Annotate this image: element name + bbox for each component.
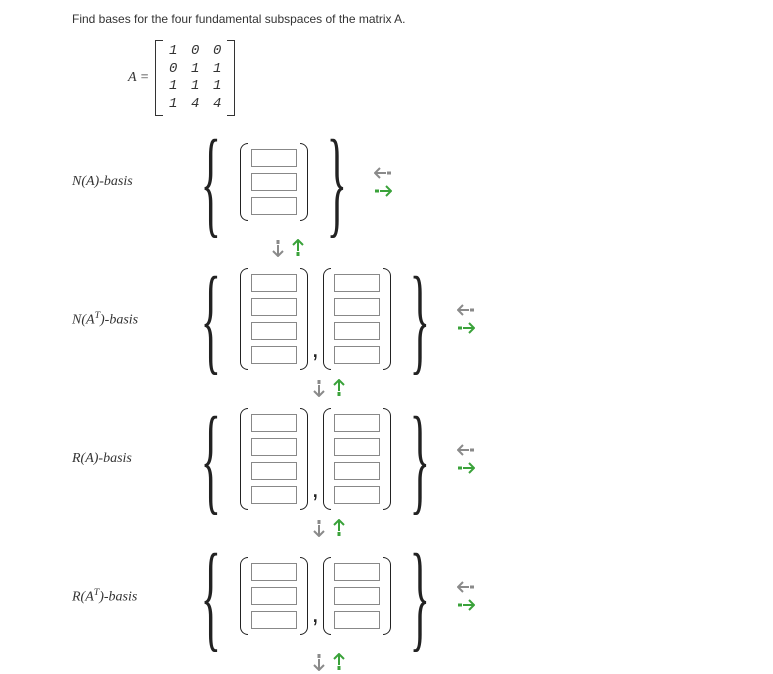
vector-entry-input[interactable] [334,462,380,480]
brace-left: { [201,271,221,367]
vector-entry-input[interactable] [251,462,297,480]
subspace-row: N(A)-basis{} [72,124,773,230]
subspace-row: N(AT)-basis{,} [72,258,773,370]
matrix-A: 100011111144 [155,40,235,116]
brace-right: } [410,411,430,507]
brace-left: { [201,134,221,230]
question-text: Find bases for the four fundamental subs… [72,12,773,26]
brace-left: { [201,548,221,644]
remove-vector-button[interactable] [373,166,393,180]
vector-entry-input[interactable] [251,322,297,340]
matrix-definition: A = 100011111144 [72,36,773,124]
vector-separator: , [310,333,321,370]
matrix-name: A = [128,70,149,86]
brace-right: } [410,548,430,644]
vector-entry-input[interactable] [334,587,380,605]
remove-row-button[interactable] [312,518,326,538]
matrix-cell: 1 [167,96,179,114]
matrix-cell: 0 [211,43,223,61]
remove-row-button[interactable] [312,378,326,398]
vector-separator: , [310,473,321,510]
vector-entry-input[interactable] [334,486,380,504]
add-row-button[interactable] [332,652,346,672]
basis-vector [323,268,391,370]
vector-entry-input[interactable] [334,563,380,581]
matrix-row: 144 [167,96,223,114]
vector-entry-input[interactable] [251,563,297,581]
vector-entry-input[interactable] [334,298,380,316]
vector-entry-input[interactable] [251,149,297,167]
matrix-cell: 0 [189,43,201,61]
matrix-row: 111 [167,78,223,96]
matrix-row: 100 [167,43,223,61]
vector-entry-input[interactable] [334,414,380,432]
remove-vector-button[interactable] [456,580,476,594]
matrix-cell: 1 [211,78,223,96]
vector-entry-input[interactable] [334,438,380,456]
vector-entry-input[interactable] [251,274,297,292]
subspace-row: R(AT)-basis{,} [72,538,773,644]
remove-row-button[interactable] [312,652,326,672]
basis-vector [240,268,308,370]
subspace-label: N(AT)-basis [72,310,182,329]
vector-entry-input[interactable] [251,197,297,215]
vector-entry-input[interactable] [334,346,380,364]
brace-left: { [201,411,221,507]
basis-set: {,} [182,408,476,510]
basis-vector [240,408,308,510]
brace-right: } [410,271,430,367]
vector-entry-input[interactable] [334,274,380,292]
subspace-label: R(AT)-basis [72,587,182,606]
vector-entry-input[interactable] [334,322,380,340]
add-vector-button[interactable] [456,321,476,335]
basis-set: {,} [182,268,476,370]
matrix-cell: 1 [211,61,223,79]
subspace-label: R(A)-basis [72,451,182,467]
matrix-cell: 4 [211,96,223,114]
matrix-cell: 1 [167,78,179,96]
vector-entry-input[interactable] [251,346,297,364]
vector-entry-input[interactable] [251,298,297,316]
brace-right: } [326,134,346,230]
basis-vector [240,143,308,221]
basis-vector [323,408,391,510]
subspace-label: N(A)-basis [72,174,182,190]
basis-set: {,} [182,548,476,644]
vector-separator: , [310,598,321,635]
add-vector-button[interactable] [373,184,393,198]
vector-entry-input[interactable] [251,611,297,629]
add-vector-button[interactable] [456,598,476,612]
vector-entry-input[interactable] [251,486,297,504]
matrix-cell: 1 [189,78,201,96]
matrix-cell: 0 [167,61,179,79]
remove-vector-button[interactable] [456,443,476,457]
remove-vector-button[interactable] [456,303,476,317]
vector-entry-input[interactable] [334,611,380,629]
vector-entry-input[interactable] [251,587,297,605]
add-row-button[interactable] [291,238,305,258]
matrix-cell: 4 [189,96,201,114]
matrix-row: 011 [167,61,223,79]
remove-row-button[interactable] [271,238,285,258]
add-row-button[interactable] [332,378,346,398]
add-vector-button[interactable] [456,461,476,475]
matrix-cell: 1 [167,43,179,61]
matrix-cell: 1 [189,61,201,79]
vector-entry-input[interactable] [251,173,297,191]
add-row-button[interactable] [332,518,346,538]
basis-vector [323,557,391,635]
basis-vector [240,557,308,635]
vector-entry-input[interactable] [251,414,297,432]
basis-set: {} [182,134,393,230]
subspace-row: R(A)-basis{,} [72,398,773,510]
vector-entry-input[interactable] [251,438,297,456]
